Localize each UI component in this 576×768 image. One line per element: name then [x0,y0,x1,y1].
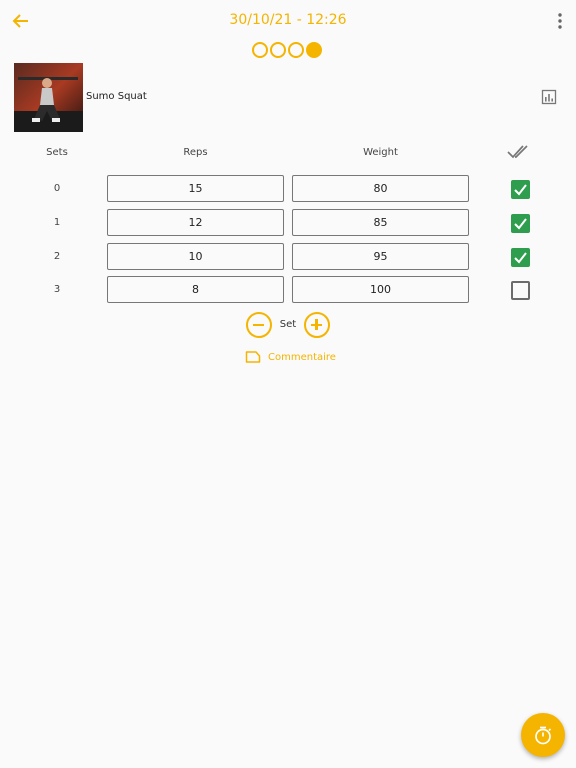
set-stepper: Set [246,312,332,340]
remove-set-button[interactable] [246,312,272,338]
exercise-progress-dots [252,42,322,60]
progress-dot[interactable] [288,42,304,58]
column-header-reps: Reps [183,147,208,158]
exercise-stats-button[interactable] [541,89,557,105]
exercise-name: Sumo Squat [86,91,147,102]
set-number: 2 [53,251,61,262]
set-done-checkbox[interactable] [511,281,530,300]
table-row: 0 15 80 [0,175,576,203]
set-number: 1 [53,217,61,228]
comment-label: Commentaire [268,351,336,363]
progress-dot[interactable] [252,42,268,58]
column-header-weight: Weight [363,147,398,158]
comment-button[interactable]: Commentaire [245,348,336,366]
add-set-button[interactable] [304,312,330,338]
reps-input[interactable]: 15 [107,175,284,202]
bar-chart-icon [541,89,557,105]
reps-input[interactable]: 8 [107,276,284,303]
timer-icon [535,726,552,745]
reps-input[interactable]: 10 [107,243,284,270]
check-all-button[interactable] [506,143,532,161]
exercise-photo [14,63,83,132]
set-done-checkbox[interactable] [511,180,530,199]
label-outline-icon [245,351,261,363]
table-row: 1 12 85 [0,209,576,237]
table-row: 3 8 100 [0,276,576,304]
session-datetime-title: 30/10/21 - 12:26 [229,12,347,28]
check-icon [514,184,527,196]
set-number: 0 [53,183,61,194]
reps-input[interactable]: 12 [107,209,284,236]
app-bar: 30/10/21 - 12:26 [0,0,576,42]
exercise-thumbnail[interactable] [14,63,83,132]
check-icon [514,218,527,230]
set-number: 3 [53,284,61,295]
weight-input[interactable]: 95 [292,243,469,270]
minus-circle-icon [253,323,264,326]
column-header-sets: Sets [46,147,68,158]
progress-dot[interactable] [270,42,286,58]
weight-input[interactable]: 80 [292,175,469,202]
overflow-menu-button[interactable] [554,10,566,32]
more-vert-icon [558,13,562,29]
set-done-checkbox[interactable] [511,214,530,233]
set-done-checkbox[interactable] [511,248,530,267]
table-row: 2 10 95 [0,243,576,271]
weight-input[interactable]: 85 [292,209,469,236]
weight-input[interactable]: 100 [292,276,469,303]
progress-dot-current[interactable] [306,42,322,58]
check-icon [514,252,527,264]
set-stepper-label: Set [279,319,297,330]
rest-timer-fab[interactable] [521,713,565,757]
double-check-icon [507,145,528,159]
